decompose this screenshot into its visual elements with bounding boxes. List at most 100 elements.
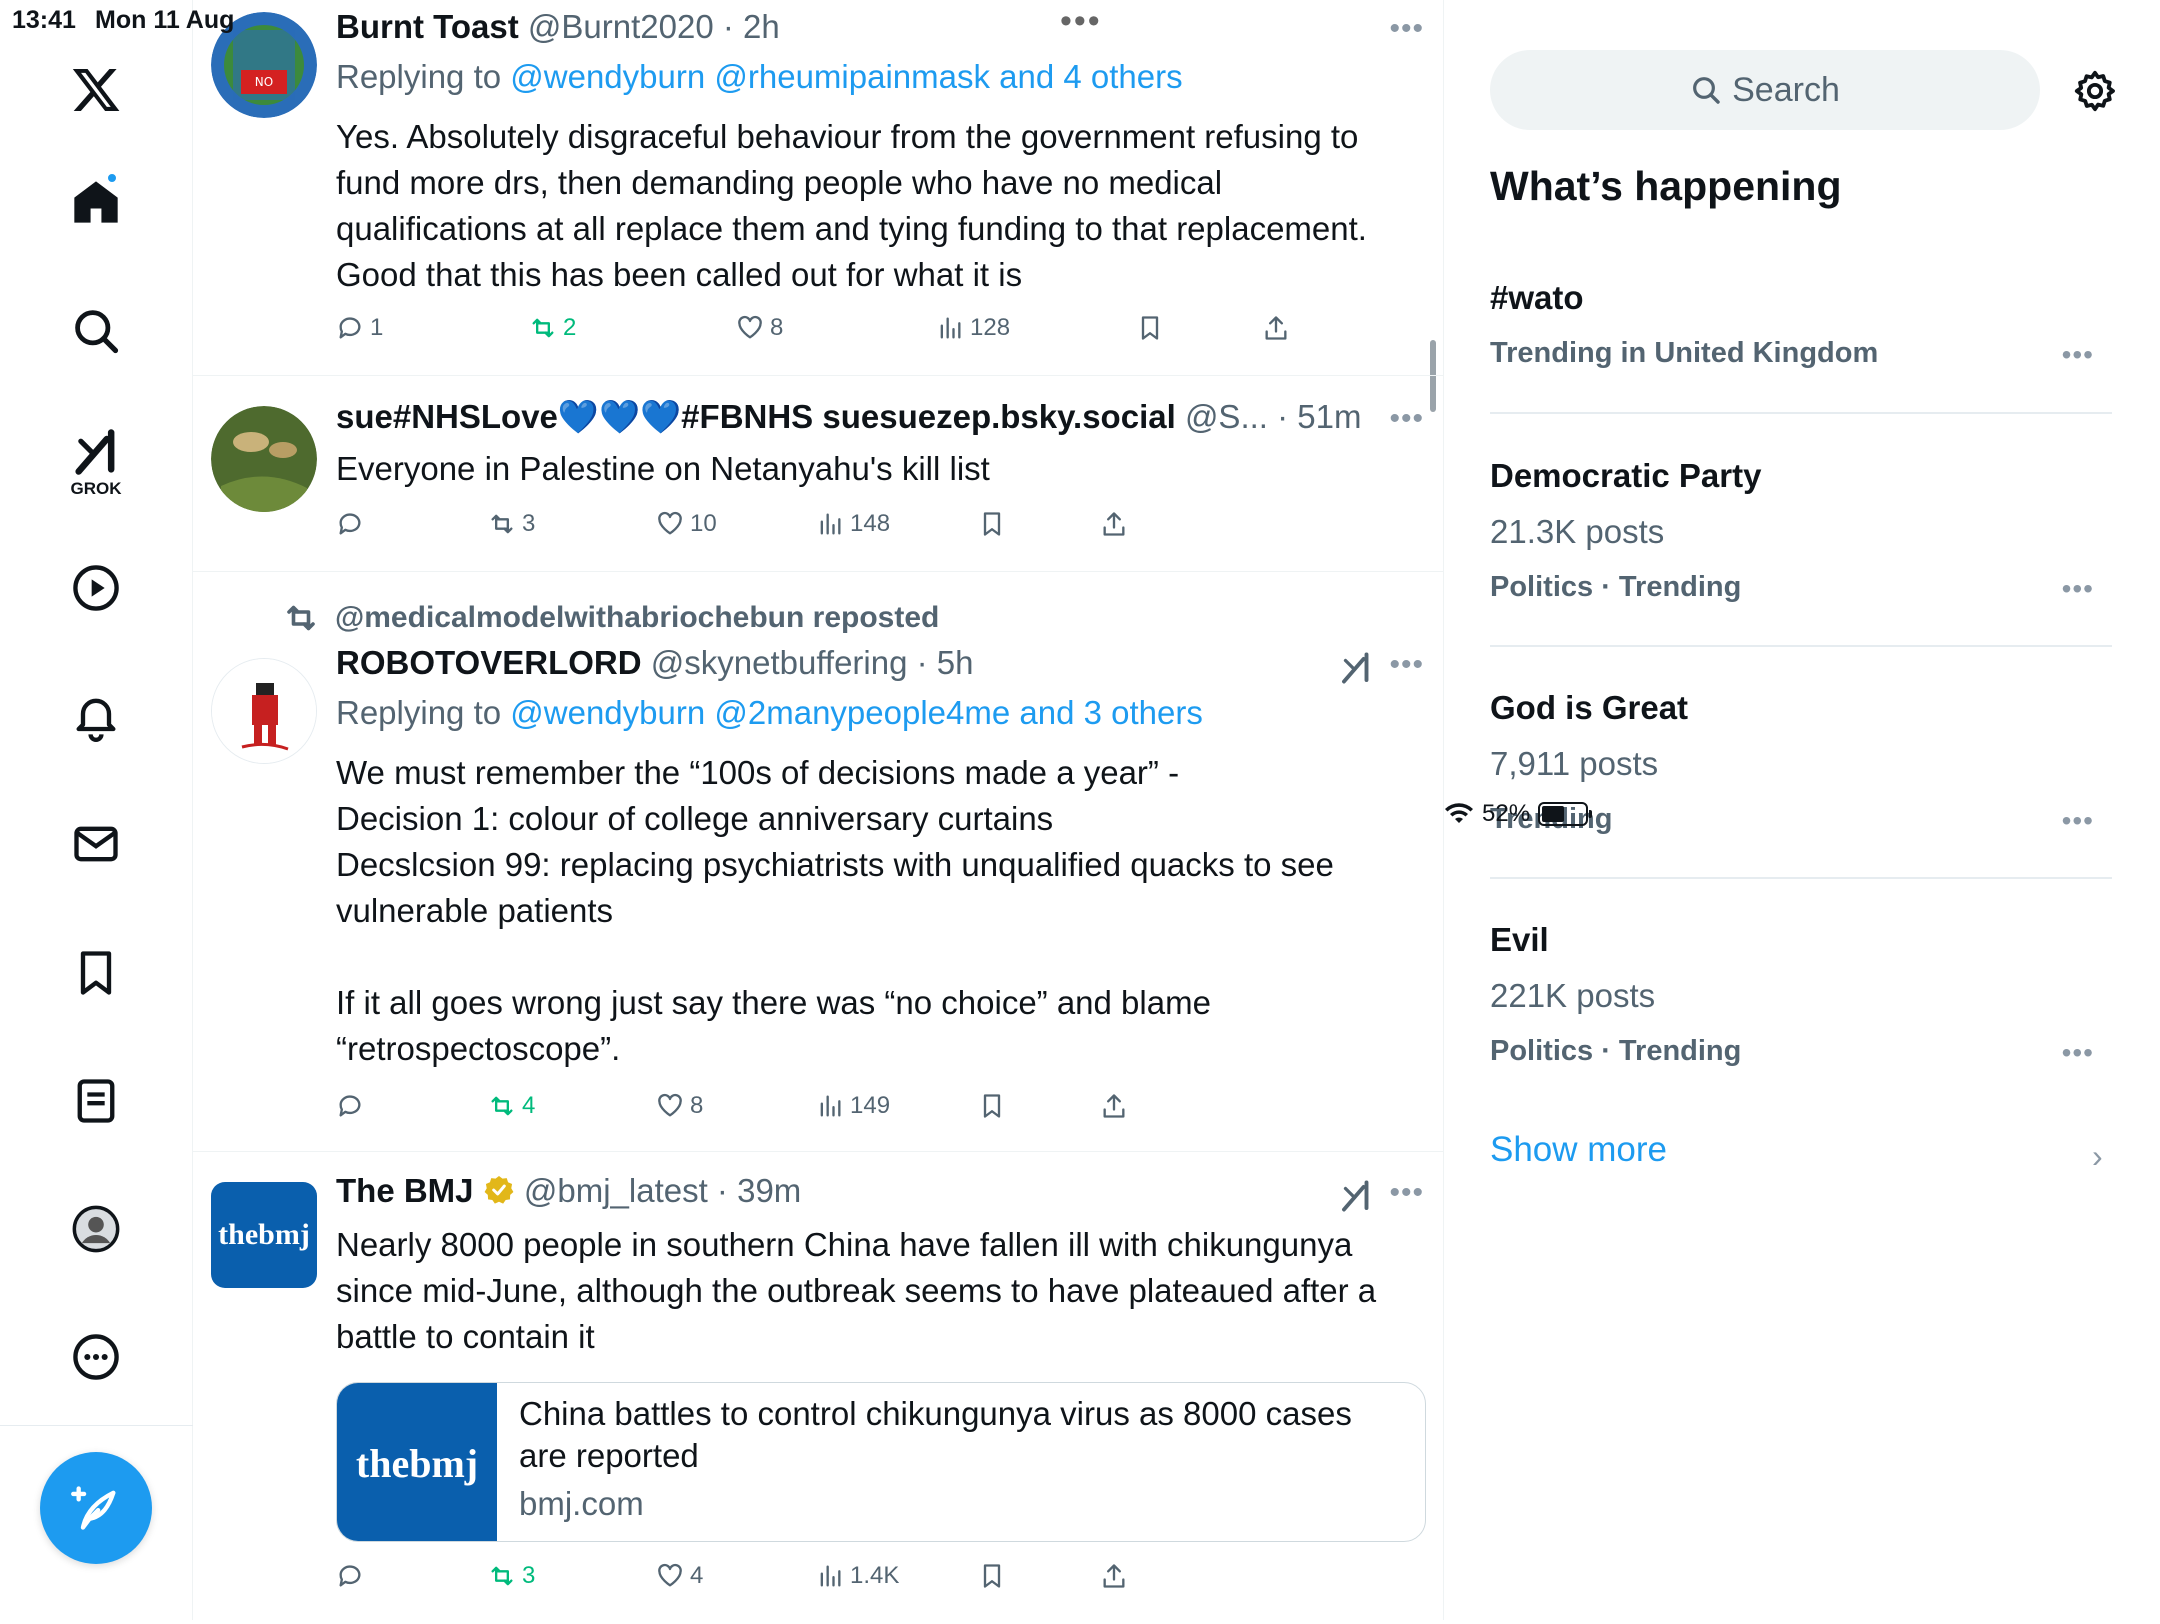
views-button[interactable]: 1.4K (816, 1562, 899, 1590)
like-count: 10 (690, 510, 717, 537)
reply-prefix: Replying to (336, 58, 511, 95)
share-button[interactable] (1262, 314, 1290, 342)
tweet-actions: 3 4 1.4K (336, 1562, 1336, 1602)
more-icon[interactable] (62, 1323, 130, 1391)
reply-context: Replying to @wendyburn @2manypeople4me a… (336, 694, 1203, 732)
more-options-icon[interactable]: ••• (1389, 648, 1424, 682)
bookmarks-icon[interactable] (62, 939, 130, 1007)
timeline[interactable]: NO Burnt Toast @Burnt2020 · 2h ••• Reply… (193, 0, 1444, 1620)
avatar[interactable] (211, 658, 317, 764)
repost-button[interactable]: 4 (488, 1092, 535, 1120)
like-count: 8 (690, 1092, 704, 1119)
share-button[interactable] (1100, 510, 1128, 538)
reply-button[interactable]: 1 (336, 314, 383, 342)
repost-button[interactable]: 3 (488, 510, 535, 538)
bookmark-button[interactable] (978, 1562, 1006, 1590)
verified-badge-icon (484, 1176, 514, 1204)
view-count: 149 (850, 1092, 891, 1119)
timestamp[interactable]: 5h (937, 644, 974, 681)
share-button[interactable] (1100, 1562, 1128, 1590)
reply-button[interactable] (336, 1562, 370, 1590)
views-button[interactable]: 128 (936, 314, 1010, 342)
messages-icon[interactable] (62, 810, 130, 878)
reply-mentions[interactable]: @wendyburn @rheumipainmask and 4 others (510, 58, 1182, 95)
like-button[interactable]: 4 (656, 1562, 703, 1590)
views-button[interactable]: 148 (816, 510, 890, 538)
tweet-actions: 3 10 148 (336, 510, 1336, 550)
reposted-by[interactable]: @medicalmodelwithabriochebun reposted (335, 601, 939, 635)
avatar[interactable] (211, 406, 317, 512)
timestamp[interactable]: 51m (1297, 398, 1361, 435)
display-name[interactable]: sue#NHSLove💙💙💙#FBNHS suesuezep.bsky.soci… (336, 398, 1176, 435)
compose-post-button[interactable] (40, 1452, 152, 1564)
home-icon[interactable] (62, 168, 130, 236)
multitasking-dots-icon[interactable]: ••• (1060, 2, 1102, 41)
repost-button[interactable]: 3 (488, 1562, 535, 1590)
repost-context: @medicalmodelwithabriochebun reposted (283, 600, 939, 636)
link-card-title: China battles to control chikungunya vir… (519, 1395, 1352, 1474)
grok-icon[interactable] (62, 418, 130, 486)
reply-button[interactable] (336, 1092, 370, 1120)
handle[interactable]: @skynetbuffering (651, 644, 908, 681)
lists-icon[interactable] (62, 1067, 130, 1135)
grok-explain-icon[interactable] (1338, 650, 1374, 691)
like-button[interactable]: 8 (736, 314, 783, 342)
tweet-line: Decision 1: colour of college anniversar… (336, 800, 1054, 837)
notifications-icon[interactable] (62, 682, 130, 750)
reply-icon (339, 1565, 361, 1587)
handle[interactable]: @S... (1185, 398, 1268, 435)
tweet-line: Nearly 8000 people in southern China hav… (336, 1226, 1353, 1263)
tweet-line: Decslcsion 99: replacing psychiatrists w… (336, 846, 1334, 883)
video-icon[interactable] (62, 554, 130, 622)
link-card[interactable]: thebmj China battles to control chikungu… (336, 1382, 1426, 1542)
handle[interactable]: @bmj_latest (524, 1172, 708, 1209)
bookmark-button[interactable] (978, 510, 1006, 538)
more-options-icon[interactable]: ••• (1389, 402, 1424, 436)
dot-separator: · (907, 644, 937, 681)
bookmark-button[interactable] (978, 1092, 1006, 1120)
tweet-line: since mid-June, although the outbreak se… (336, 1272, 1377, 1309)
tweet[interactable]: sue#NHSLove💙💙💙#FBNHS suesuezep.bsky.soci… (193, 376, 1443, 572)
link-card-thumbnail: thebmj (337, 1383, 497, 1541)
repost-count: 3 (522, 1562, 536, 1589)
timestamp[interactable]: 39m (737, 1172, 801, 1209)
x-logo-icon[interactable] (62, 56, 130, 124)
tweet-line: battle to contain it (336, 1318, 595, 1355)
reply-context: Replying to @wendyburn @rheumipainmask a… (336, 58, 1183, 96)
repost-count: 2 (563, 314, 577, 341)
tweet[interactable]: @medicalmodelwithabriochebun reposted RO… (193, 572, 1443, 1152)
more-options-icon[interactable]: ••• (1389, 1176, 1424, 1210)
repost-icon (491, 1096, 513, 1116)
search-icon[interactable] (62, 297, 130, 365)
repost-indicator-icon (287, 605, 315, 631)
reply-mentions[interactable]: @wendyburn @2manypeople4me and 3 others (510, 694, 1203, 731)
tweet[interactable]: thebmj The BMJ @bmj_latest · 39m ••• Nea… (193, 1152, 1443, 1620)
link-card-domain: bmj.com (519, 1485, 644, 1522)
wifi-icon (1445, 803, 1473, 823)
like-button[interactable]: 8 (656, 1092, 703, 1120)
like-icon (658, 1563, 682, 1587)
bookmark-button[interactable] (1136, 314, 1164, 342)
tweet-text: We must remember the “100s of decisions … (336, 750, 1426, 1072)
like-button[interactable]: 10 (656, 510, 717, 538)
profile-icon[interactable] (62, 1195, 130, 1263)
grok-explain-icon[interactable] (1338, 1178, 1374, 1219)
battery-icon (1538, 802, 1593, 826)
repost-button[interactable]: 2 (529, 314, 576, 342)
repost-icon (532, 318, 554, 338)
reply-prefix: Replying to (336, 694, 511, 731)
bookmark-icon (983, 512, 1001, 536)
reply-button[interactable] (336, 510, 370, 538)
tweet-text: Nearly 8000 people in southern China hav… (336, 1222, 1426, 1360)
views-icon (820, 1565, 841, 1587)
tweet[interactable]: NO Burnt Toast @Burnt2020 · 2h ••• Reply… (193, 0, 1443, 376)
battery-percent: 52% (1482, 800, 1531, 827)
reply-icon (339, 1095, 361, 1117)
avatar[interactable]: thebmj (211, 1182, 317, 1288)
display-name[interactable]: ROBOTOVERLORD (336, 644, 642, 681)
view-count: 148 (850, 510, 891, 537)
views-button[interactable]: 149 (816, 1092, 890, 1120)
display-name[interactable]: The BMJ (336, 1172, 474, 1209)
share-button[interactable] (1100, 1092, 1128, 1120)
tweet-line: We must remember the “100s of decisions … (336, 754, 1180, 791)
